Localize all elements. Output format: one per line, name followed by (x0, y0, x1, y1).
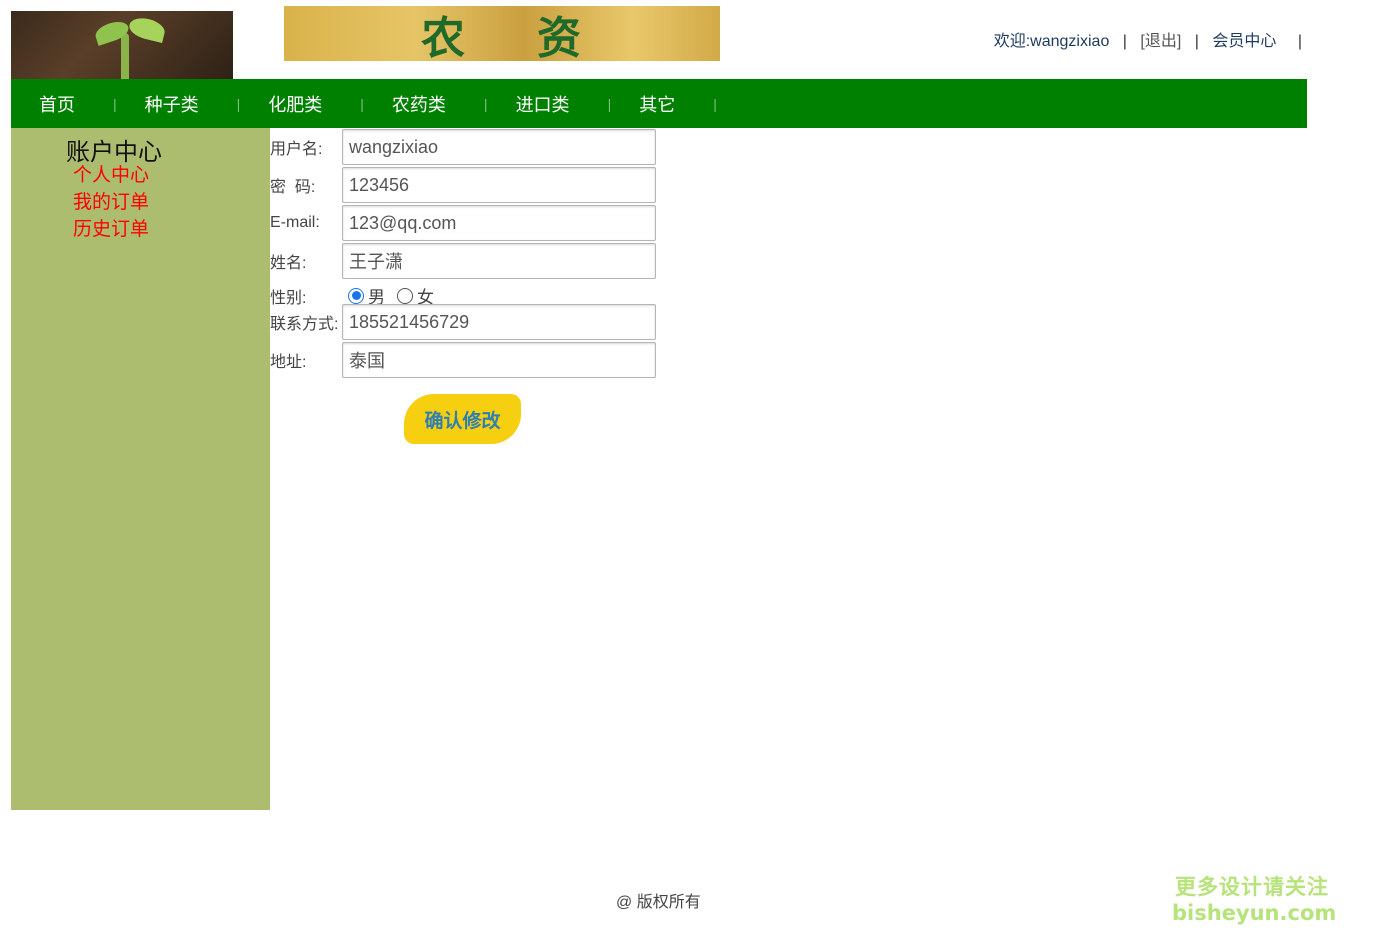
nav-divider: | (236, 95, 241, 112)
nav-item-pesticide[interactable]: 农药类 | (392, 91, 488, 117)
main-nav: 首页 | 种子类 | 化肥类 | 农药类 | 进口类 | 其它 | (11, 79, 1307, 128)
nav-divider: | (713, 95, 717, 112)
nav-item-seeds[interactable]: 种子类 | (145, 91, 241, 117)
password-input[interactable] (342, 167, 656, 203)
form-row-name: 姓名: (270, 243, 656, 279)
sidebar: 账户中心 个人中心 我的订单 历史订单 (11, 128, 270, 810)
watermark: 更多设计请关注 bisheyun.com (1172, 874, 1337, 926)
logout-link[interactable]: [退出] (1140, 33, 1181, 50)
member-center-link[interactable]: 会员中心 (1212, 33, 1276, 50)
address-label: 地址: (270, 354, 307, 371)
sidebar-item-my-orders[interactable]: 我的订单 (73, 187, 149, 214)
name-input[interactable] (342, 243, 656, 279)
nav-item-label: 农药类 (391, 94, 446, 115)
gender-male-radio[interactable] (348, 287, 364, 304)
sprout-stem (121, 33, 129, 79)
email-label: E-mail: (270, 214, 320, 231)
form-row-phone: 联系方式: (270, 304, 656, 340)
sidebar-item-personal-center[interactable]: 个人中心 (73, 160, 149, 187)
welcome-text: 欢迎:wangzixiao (993, 33, 1110, 50)
nav-item-home[interactable]: 首页 | (39, 91, 117, 117)
form-row-password: 密 码: (270, 167, 656, 203)
nav-item-other[interactable]: 其它 | (639, 91, 717, 117)
nav-item-label: 其它 (639, 94, 676, 115)
password-label: 密 码: (270, 179, 316, 196)
separator: | (1194, 33, 1199, 50)
separator: | (1122, 33, 1127, 50)
separator: | (1297, 33, 1302, 50)
email-input[interactable] (342, 205, 656, 241)
address-input[interactable] (342, 342, 656, 378)
site-banner: 农 资 (284, 6, 720, 64)
nav-item-label: 进口类 (515, 94, 570, 115)
banner-char-2: 资 (537, 12, 583, 64)
nav-item-label: 化肥类 (268, 94, 323, 115)
sprout-leaf (127, 14, 167, 44)
watermark-line-1: 更多设计请关注 (1175, 875, 1329, 899)
nav-item-fertilizer[interactable]: 化肥类 | (268, 91, 364, 117)
sidebar-item-order-history[interactable]: 历史订单 (73, 214, 149, 241)
username-label: 用户名: (270, 141, 323, 158)
phone-input[interactable] (342, 304, 656, 340)
nav-divider: | (607, 95, 612, 112)
nav-divider: | (113, 95, 117, 112)
form-row-username: 用户名: (270, 129, 656, 165)
nav-item-label: 首页 (39, 94, 75, 115)
gender-female-radio[interactable] (397, 287, 413, 304)
name-label: 姓名: (270, 255, 307, 272)
nav-item-label: 种子类 (144, 94, 199, 115)
phone-label: 联系方式: (270, 316, 339, 333)
nav-item-import[interactable]: 进口类 | (516, 91, 612, 117)
form-row-address: 地址: (270, 342, 656, 378)
footer-copyright: @ 版权所有 (616, 894, 701, 911)
form-row-email: E-mail: (270, 205, 656, 241)
username-input[interactable] (342, 129, 656, 165)
banner-char-1: 农 (421, 12, 467, 64)
logo-image (11, 11, 233, 79)
nav-divider: | (483, 95, 488, 112)
user-bar: 欢迎:wangzixiao | [退出] | 会员中心 | (991, 27, 1308, 51)
watermark-line-2: bisheyun.com (1172, 901, 1337, 925)
nav-divider: | (360, 95, 364, 112)
confirm-edit-button[interactable]: 确认修改 (404, 394, 521, 444)
